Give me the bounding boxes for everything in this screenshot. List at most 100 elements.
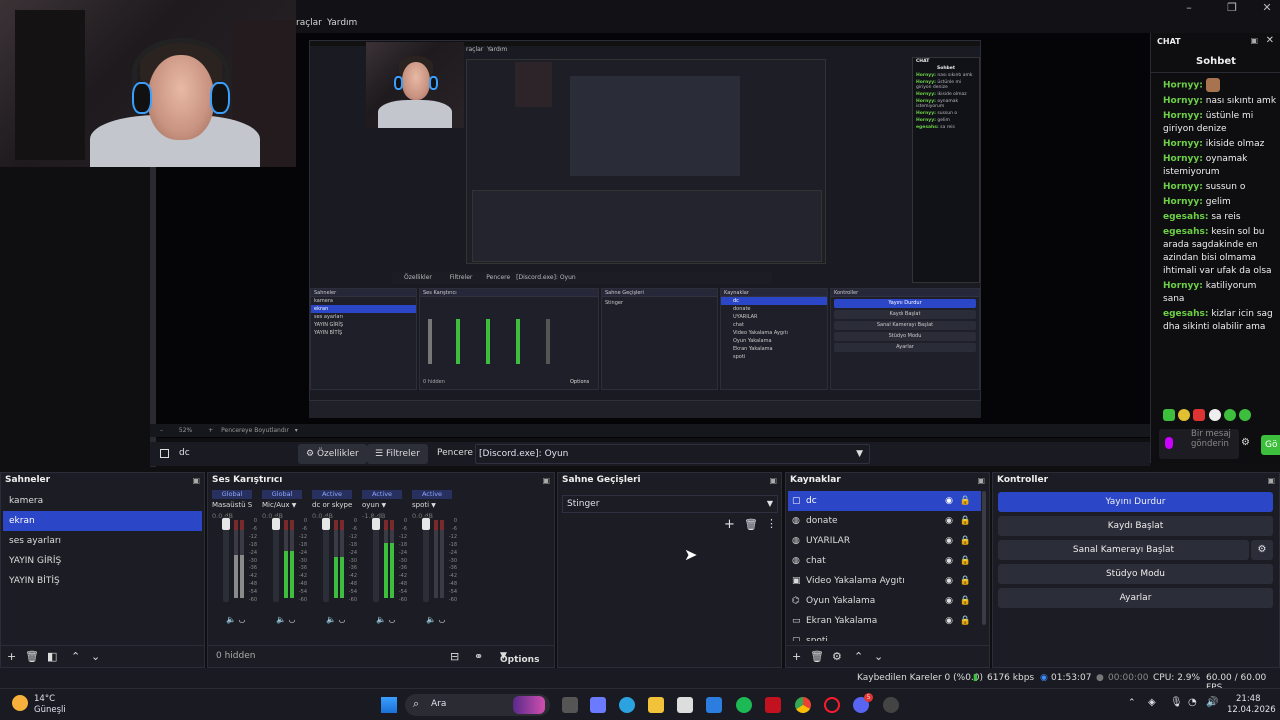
filters-button[interactable]: ☰ Filtreler [367, 444, 428, 464]
source-item[interactable]: ◍ UYARILAR ◉ 🔒 [788, 531, 981, 551]
source-item-selected[interactable]: ▢ dc ◉ 🔒 [788, 491, 981, 511]
store-icon[interactable] [677, 697, 693, 713]
netflix-icon[interactable] [765, 697, 781, 713]
lock-icon[interactable]: 🔒 [960, 531, 971, 551]
send-button[interactable]: Gö [1261, 435, 1280, 455]
headphones-icon[interactable]: ◡ [389, 615, 396, 624]
chevron-up-icon[interactable]: ⌃ [854, 650, 863, 663]
folder-icon[interactable] [648, 697, 664, 713]
chevron-up-icon[interactable]: ⌃ [1128, 698, 1136, 708]
muted-speaker-icon[interactable]: 🔈 [426, 615, 436, 624]
speaker-icon[interactable]: 🔈 [376, 615, 386, 624]
stop-stream-button[interactable]: Yayını Durdur [998, 492, 1273, 512]
muted-speaker-icon[interactable]: 🔈 [226, 615, 236, 624]
source-item[interactable]: ◍ donate ◉ 🔒 [788, 511, 981, 531]
headphones-icon[interactable]: ◡ [289, 615, 296, 624]
fader-knob[interactable] [372, 518, 380, 530]
gear-icon[interactable]: ⚙ [832, 650, 842, 663]
trash-icon[interactable]: 🗑 [25, 650, 39, 663]
maximize-icon[interactable]: ❐ [1221, 1, 1243, 15]
trash-icon[interactable]: 🗑 [810, 650, 824, 663]
mic-icon[interactable] [1165, 437, 1173, 449]
volume-icon[interactable]: 🔊 [1206, 697, 1218, 708]
scene-item[interactable]: YAYIN BİTİŞ [3, 571, 202, 591]
start-recording-button[interactable]: Kaydı Başlat [998, 516, 1273, 536]
chevron-down-icon[interactable]: ⌄ [91, 650, 100, 663]
search-box[interactable]: ⌕ Ara [405, 694, 550, 716]
filter-icon[interactable]: ◧ [47, 650, 57, 663]
eye-icon[interactable]: ◉ [945, 611, 953, 631]
preview-scroll[interactable] [150, 167, 156, 467]
mail-icon[interactable] [706, 697, 722, 713]
lock-icon[interactable]: 🔒 [960, 551, 971, 571]
speaker-icon[interactable]: 🔈 [326, 615, 336, 624]
task-view-icon[interactable] [562, 697, 578, 713]
trash-icon[interactable]: 🗑 [744, 518, 758, 531]
float-icon[interactable]: ▣ [1250, 36, 1258, 45]
opera-icon[interactable] [824, 697, 840, 713]
properties-button[interactable]: ⚙ Özellikler [298, 444, 367, 464]
headphones-icon[interactable]: ◡ [339, 615, 346, 624]
add-icon[interactable]: + [792, 650, 801, 663]
volume-fader[interactable] [372, 516, 380, 602]
eye-icon[interactable]: ◉ [945, 511, 953, 531]
emote-row[interactable] [1163, 409, 1273, 423]
source-item[interactable]: ▭ Ekran Yakalama ◉ 🔒 [788, 611, 981, 631]
fader-knob[interactable] [272, 518, 280, 530]
chevron-up-icon[interactable]: ⌃ [71, 650, 80, 663]
menu-help[interactable]: Yardım [327, 18, 357, 28]
source-item[interactable]: ◍ chat ◉ 🔒 [788, 551, 981, 571]
lock-icon[interactable]: 🔒 [960, 491, 971, 511]
layout-icon[interactable]: ⊟ [450, 650, 459, 663]
menu-tools[interactable]: raçlar [296, 18, 322, 28]
copilot-icon[interactable] [590, 697, 606, 713]
spotify-icon[interactable] [736, 697, 752, 713]
eye-icon[interactable]: ◉ [945, 551, 953, 571]
gear-icon[interactable]: ⚙ [1241, 437, 1250, 448]
float-icon[interactable]: ▣ [769, 473, 777, 488]
close-icon[interactable]: ✕ [1266, 35, 1274, 46]
minimize-icon[interactable]: – [1178, 1, 1200, 15]
options-button[interactable]: Options ▼ [500, 651, 539, 665]
eye-icon[interactable]: ◉ [945, 591, 953, 611]
settings-button[interactable]: Ayarlar [998, 588, 1273, 608]
scrollbar[interactable] [982, 491, 986, 625]
volume-fader[interactable] [322, 516, 330, 602]
more-icon[interactable]: ⋮ [766, 517, 777, 530]
eye-icon[interactable]: ◉ [945, 491, 953, 511]
chrome-icon[interactable] [795, 697, 811, 713]
lock-icon[interactable]: 🔒 [960, 511, 971, 531]
wifi-icon[interactable]: ◔ [1188, 697, 1197, 708]
edge-icon[interactable] [619, 697, 635, 713]
float-icon[interactable]: ▣ [1267, 473, 1275, 488]
add-icon[interactable]: + [724, 517, 735, 532]
studio-mode-button[interactable]: Stüdyo Modu [998, 564, 1273, 584]
float-icon[interactable]: ▣ [192, 473, 200, 488]
zoom-in-icon[interactable]: + [208, 427, 213, 434]
speaker-icon[interactable]: 🔈 [276, 615, 286, 624]
network-icon[interactable]: ◈ [1148, 697, 1156, 708]
chat-input[interactable]: Bir mesaj gönderin [1159, 429, 1239, 459]
lock-icon[interactable]: 🔒 [960, 591, 971, 611]
scene-item[interactable]: ses ayarları [3, 531, 202, 551]
lock-icon[interactable]: 🔒 [960, 611, 971, 631]
headphones-icon[interactable]: ◡ [439, 615, 446, 624]
float-icon[interactable]: ▣ [977, 473, 985, 488]
volume-fader[interactable] [272, 516, 280, 602]
scene-item[interactable]: YAYIN GİRİŞ [3, 551, 202, 571]
add-icon[interactable]: + [7, 650, 16, 663]
obs-icon[interactable] [883, 697, 899, 713]
eye-icon[interactable]: ◉ [945, 571, 953, 591]
scene-item-selected[interactable]: ekran [3, 511, 202, 531]
window-select[interactable]: [Discord.exe]: Oyun ▼ [475, 444, 870, 464]
fit-window-label[interactable]: Pencereye Boyutlandır [221, 427, 289, 434]
scene-item[interactable]: kamera [3, 491, 202, 511]
volume-fader[interactable] [422, 516, 430, 602]
link-icon[interactable]: ⚭ [474, 650, 483, 663]
chevron-down-icon[interactable]: ▾ [295, 427, 298, 434]
zoom-out-icon[interactable]: – [160, 427, 163, 434]
fader-knob[interactable] [222, 518, 230, 530]
source-item[interactable]: ▣ Video Yakalama Aygıtı ◉ 🔒 [788, 571, 981, 591]
source-item[interactable]: ⌬ Oyun Yakalama ◉ 🔒 [788, 591, 981, 611]
eye-icon[interactable]: ◉ [945, 531, 953, 551]
